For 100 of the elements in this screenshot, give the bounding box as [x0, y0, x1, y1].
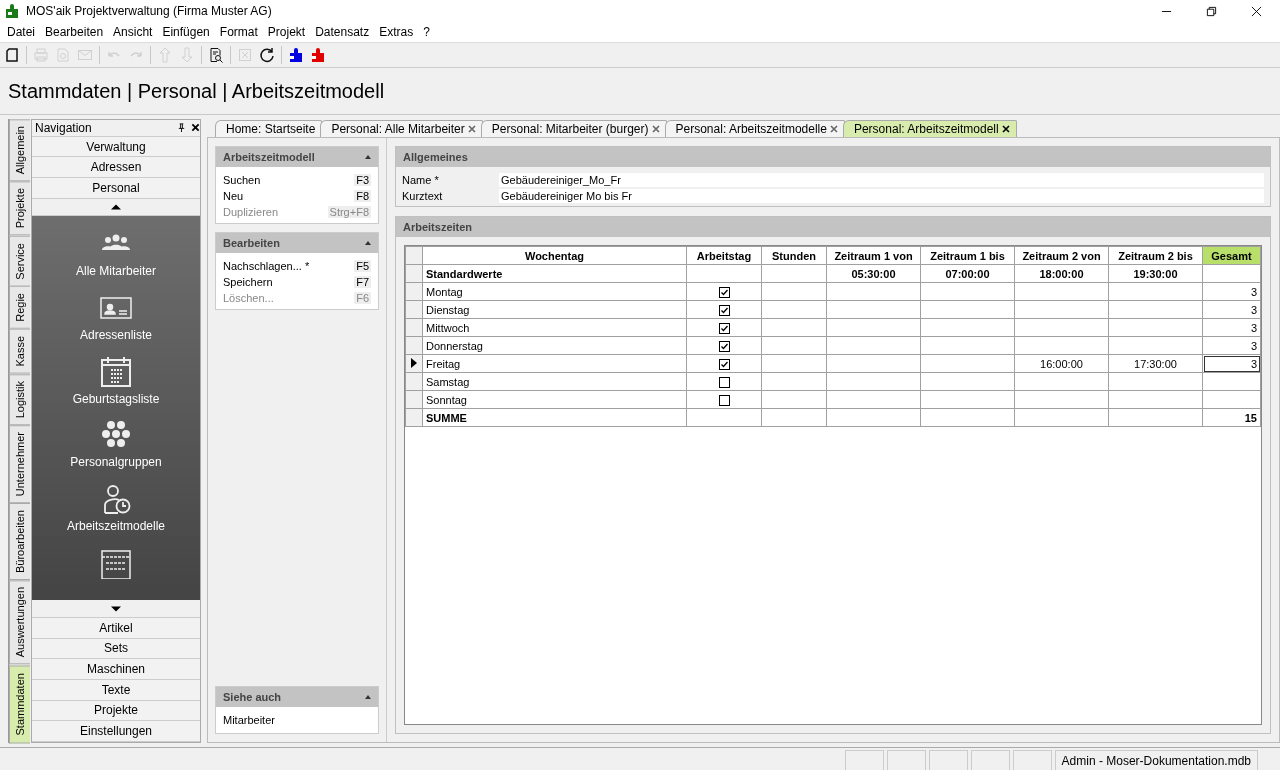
total-cell: 3 [1250, 339, 1257, 352]
collapse-icon[interactable] [365, 241, 371, 245]
close-icon[interactable] [1001, 125, 1010, 133]
task-panel-header[interactable]: Bearbeiten [216, 233, 378, 253]
checkbox[interactable] [718, 304, 730, 316]
input-field[interactable]: Gebäudereiniger_Mo_Fr [499, 173, 1264, 187]
input-field[interactable]: Gebäudereiniger Mo bis Fr [499, 189, 1264, 203]
nav-item-label[interactable]: Alle Mitarbeiter [76, 264, 156, 279]
weekday-cell: Mittwoch [426, 321, 470, 334]
checkbox[interactable] [718, 340, 730, 352]
checkbox[interactable] [718, 394, 730, 406]
new-page-icon[interactable] [4, 47, 20, 63]
status-panel [1012, 750, 1052, 770]
side-tab[interactable]: Regie [9, 286, 30, 330]
menu-item[interactable]: Projekt [262, 25, 311, 39]
task-link[interactable]: Mitarbeiter [223, 714, 275, 726]
refresh-icon[interactable] [259, 47, 275, 63]
period-cell: 05:30:00 [851, 267, 896, 280]
column-header[interactable]: Zeitraum 1 von [826, 246, 921, 265]
close-icon[interactable] [191, 123, 200, 133]
puzzle-icon[interactable] [310, 47, 326, 63]
side-tab[interactable]: Büroarbeiten [9, 503, 30, 581]
side-tab[interactable]: Unternehmer [9, 425, 30, 504]
weekday-cell: Donnerstag [426, 339, 483, 352]
column-header[interactable]: Arbeitstag [686, 246, 762, 265]
weekday-cell: Samstag [426, 375, 470, 388]
status-text: Admin - Moser-Dokumentation.mdb [1054, 750, 1258, 770]
nav-item-label[interactable]: Adressenliste [79, 328, 152, 343]
menu-item[interactable]: Datei [2, 25, 40, 39]
scroll-up-icon[interactable] [111, 204, 121, 211]
column-header[interactable]: Gesamt [1202, 246, 1261, 265]
menu-item[interactable]: Bearbeiten [40, 25, 109, 39]
column-header[interactable]: Zeitraum 2 von [1014, 246, 1109, 265]
column-header[interactable]: Wochentag [422, 246, 687, 265]
nav-item-label[interactable]: Geburtstagsliste [72, 391, 160, 406]
menu-item[interactable]: Einfügen [157, 25, 215, 39]
collapse-icon[interactable] [365, 155, 371, 159]
checkbox[interactable] [718, 322, 730, 334]
total-cell: 3 [1250, 303, 1257, 316]
nav-item-label[interactable]: Personalgruppen [70, 455, 162, 470]
section-header: Allgemeines [396, 147, 1270, 167]
task-link[interactable]: Suchen [223, 174, 261, 186]
task-link[interactable]: Speichern [223, 276, 273, 288]
menu-item[interactable]: Extras [374, 25, 419, 39]
checkbox[interactable] [718, 286, 730, 298]
defaults-label: Standardwerte [426, 267, 503, 280]
pin-icon[interactable] [177, 123, 186, 133]
document-tab[interactable]: Personal: Alle Mitarbeiter [320, 120, 483, 137]
shortcut-label: F3 [354, 174, 371, 186]
shortcut-label: F6 [354, 292, 371, 304]
column-header[interactable]: Zeitraum 2 bis [1108, 246, 1203, 265]
window-title: MOS'aik Projektverwaltung (Firma Muster AG) [26, 4, 272, 18]
task-panel-header[interactable]: Arbeitszeitmodell [216, 147, 378, 167]
menu-item[interactable]: Format [214, 25, 263, 39]
document-tab[interactable]: Personal: Mitarbeiter (burger) [480, 120, 667, 137]
task-link[interactable]: Neu [223, 190, 244, 202]
puzzle-icon[interactable] [288, 47, 304, 63]
side-tab[interactable]: Kasse [9, 329, 30, 374]
status-panel [886, 750, 926, 770]
side-tab[interactable]: Stammdaten [9, 664, 30, 743]
side-tab[interactable]: Logistik [9, 373, 30, 425]
document-tab[interactable]: Personal: Arbeitszeitmodelle [664, 120, 845, 137]
total-cell: 3 [1250, 285, 1257, 298]
side-tab[interactable]: Service [9, 235, 30, 287]
total-cell: 3 [1250, 321, 1257, 334]
shortcut-label: F5 [354, 260, 371, 272]
nav-item-label[interactable]: Arbeitszeitmodelle [66, 518, 165, 533]
collapse-icon[interactable] [365, 695, 371, 699]
shortcut-label: F7 [354, 276, 371, 288]
scroll-down-icon[interactable] [111, 605, 121, 612]
period-cell: 07:00:00 [945, 267, 990, 280]
shortcut-label: Strg+F8 [327, 206, 371, 218]
total-cell: 3 [1250, 357, 1257, 370]
side-tab[interactable]: Auswertungen [9, 580, 30, 665]
section-header: Arbeitszeiten [396, 217, 1270, 237]
task-link[interactable]: Nachschlagen... * [223, 260, 310, 272]
side-tab[interactable]: Projekte [9, 181, 30, 236]
status-panel [970, 750, 1010, 770]
close-icon[interactable] [1251, 5, 1262, 17]
row-pointer-icon [411, 357, 417, 368]
side-tab[interactable]: Allgemein [9, 119, 30, 182]
task-panel-header[interactable]: Siehe auch [216, 687, 378, 707]
shortcut-label: F8 [354, 190, 371, 202]
panel-title: Navigation [35, 120, 93, 135]
column-header[interactable]: Stunden [761, 246, 827, 265]
document-tab[interactable]: Home: Startseite [215, 120, 323, 137]
period-cell: 16:00:00 [1040, 357, 1083, 370]
restore-icon[interactable] [1206, 5, 1217, 17]
menu-item[interactable]: Ansicht [108, 25, 158, 39]
checkbox[interactable] [718, 358, 730, 370]
menu-item[interactable]: Datensatz [310, 25, 375, 39]
checkbox[interactable] [718, 376, 730, 388]
weekday-cell: Freitag [426, 357, 461, 370]
menu-item[interactable]: ? [418, 25, 435, 39]
column-header[interactable]: Zeitraum 1 bis [920, 246, 1015, 265]
search-icon[interactable] [208, 47, 224, 63]
status-panel [928, 750, 968, 770]
period-cell: 17:30:00 [1134, 357, 1177, 370]
document-tab[interactable]: Personal: Arbeitszeitmodell [842, 120, 1017, 137]
field-label: Kurztext [402, 190, 444, 202]
